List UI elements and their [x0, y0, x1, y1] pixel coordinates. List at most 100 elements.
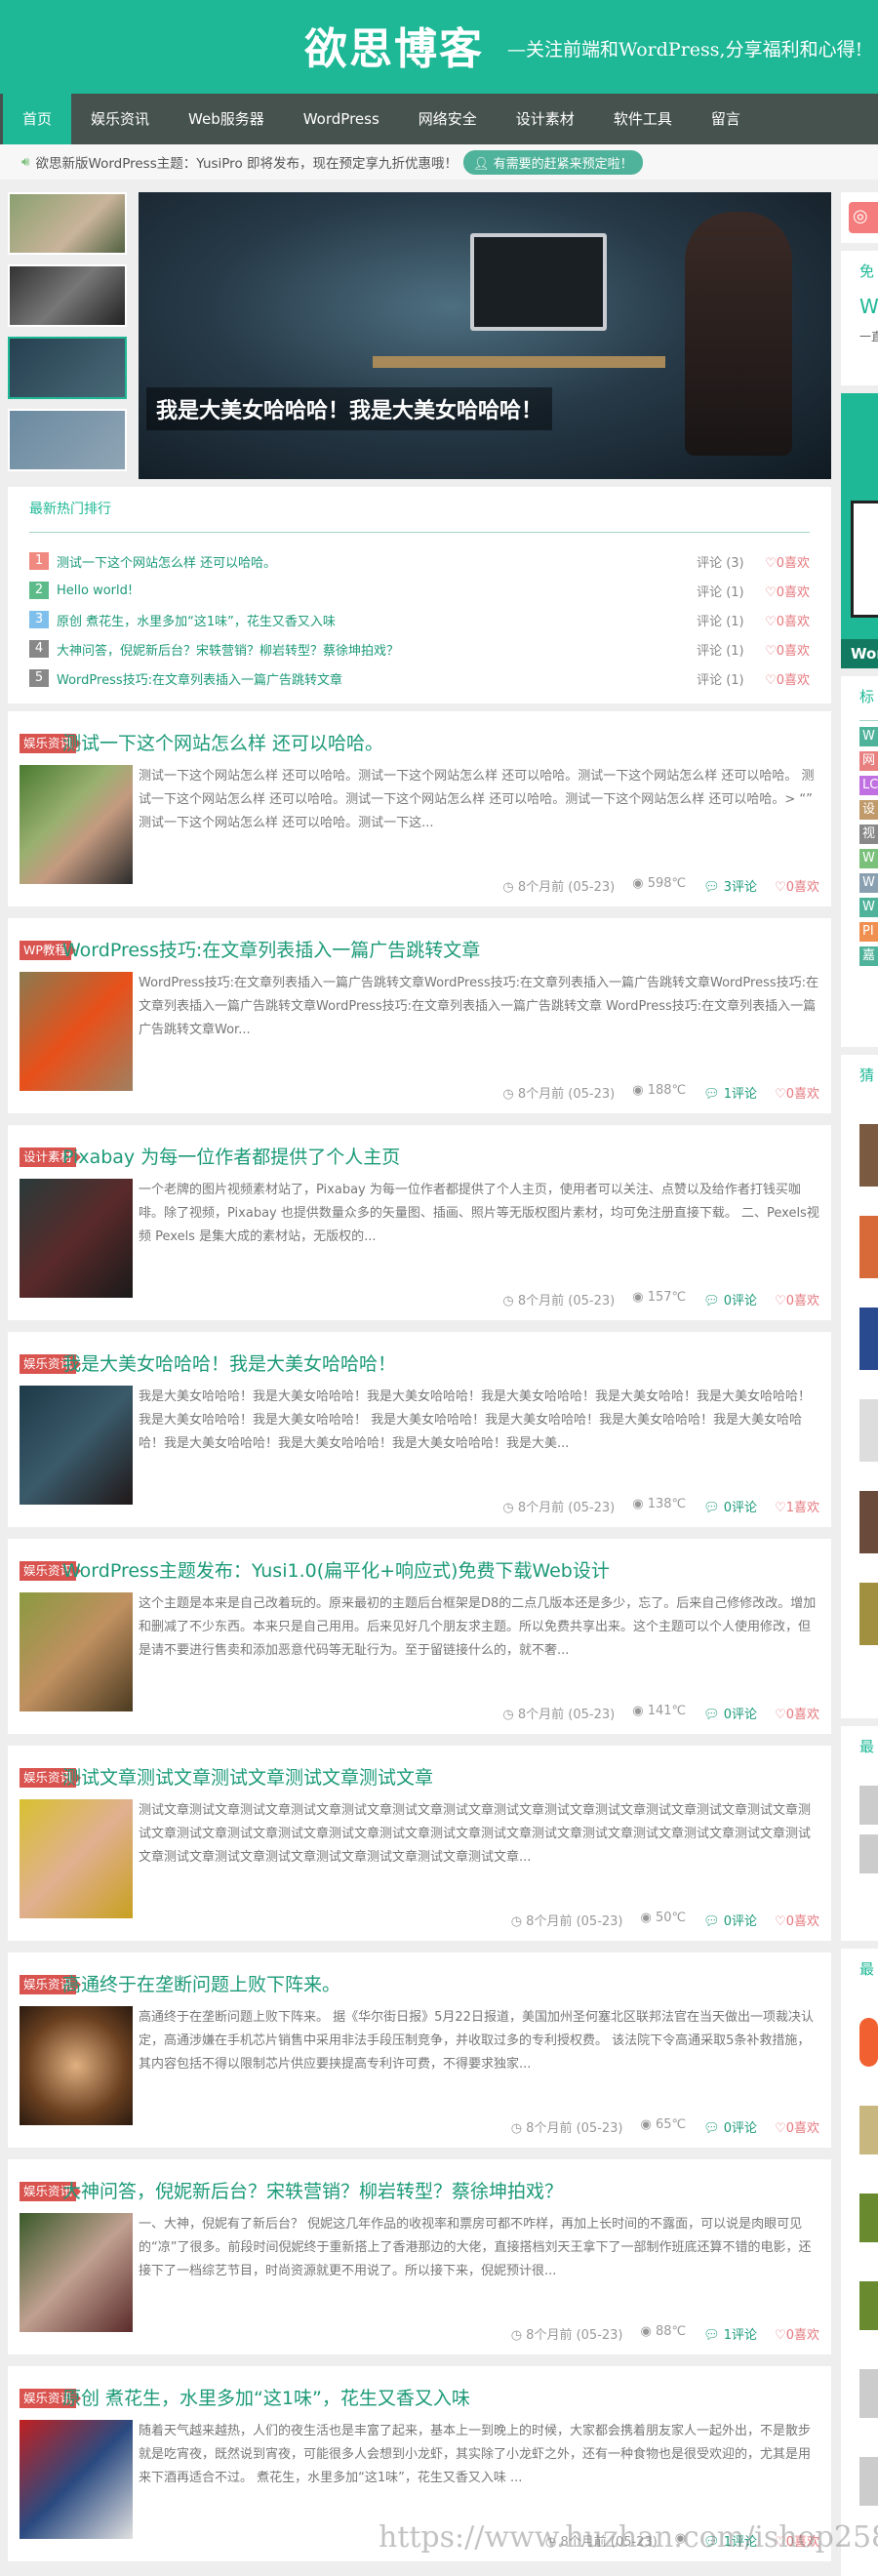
hot-item-title[interactable]: 测试一下这个网站怎么样 还可以哈哈。	[57, 552, 697, 571]
avatar[interactable]	[859, 2194, 878, 2242]
post-thumbnail[interactable]	[20, 2006, 133, 2125]
avatar[interactable]	[859, 2369, 878, 2418]
post-likes[interactable]: ♡0喜欢	[775, 1290, 819, 1308]
post-title[interactable]: Pixabay 为每一位作者都提供了个人主页	[62, 1143, 400, 1169]
post-title[interactable]: 我是大美女哈哈哈！我是大美女哈哈哈！	[62, 1349, 396, 1376]
post-card: 娱乐资讯 大神问答，倪妮新后台？宋轶营销？柳岩转型？蔡徐坤拍戏？ 一、大神，倪妮…	[8, 2159, 831, 2355]
nav-item[interactable]: 首页	[3, 94, 72, 144]
hot-item-likes[interactable]: ♡0喜欢	[765, 582, 810, 600]
post-comments-text: 1评论	[723, 1087, 758, 1102]
post-comments[interactable]: 💬︎ 1评论	[703, 1083, 757, 1102]
avatar[interactable]	[859, 2106, 878, 2154]
hot-item-comments[interactable]: 评论 (3)	[697, 552, 765, 571]
post-comments-text: 0评论	[723, 2121, 758, 2136]
site-logo[interactable]: 欲思博客	[304, 14, 484, 76]
hot-item-comments[interactable]: 评论 (1)	[697, 611, 765, 629]
post-title[interactable]: WordPress技巧:在文章列表插入一篇广告跳转文章	[62, 936, 480, 962]
post-meta: ◷ 8个月前 (05-23) ◉ 598℃ 💬︎ 3评论 ♡0喜欢	[502, 876, 819, 895]
banner-widget[interactable]: Wor	[841, 393, 878, 668]
hot-item-likes[interactable]: ♡0喜欢	[765, 611, 810, 629]
guess-thumb[interactable]	[859, 1308, 878, 1370]
tag-link[interactable]: 网	[859, 751, 878, 771]
tag-link[interactable]: W	[859, 849, 878, 868]
watermark: https://www.huzhan.com/ishop25883	[379, 2520, 878, 2555]
post-likes[interactable]: ♡0喜欢	[775, 1083, 819, 1102]
slider-thumb[interactable]	[8, 264, 127, 327]
slider-thumb[interactable]	[8, 192, 127, 255]
post-title[interactable]: 原创 煮花生，水里多加“这1味”，花生又香又入味	[62, 2384, 470, 2410]
tag-link[interactable]: W	[859, 873, 878, 893]
post-thumbnail[interactable]	[20, 1179, 133, 1298]
post-likes[interactable]: ♡0喜欢	[775, 1911, 819, 1929]
avatar[interactable]	[859, 2457, 878, 2506]
guess-thumb[interactable]	[859, 1124, 878, 1187]
free-widget-sub[interactable]: W	[841, 281, 878, 318]
tag-link[interactable]: 视	[859, 825, 878, 844]
post-comments[interactable]: 💬︎ 0评论	[703, 2117, 757, 2136]
tag-link[interactable]: 设	[859, 800, 878, 820]
slider-thumb-active[interactable]	[8, 337, 127, 399]
avatar[interactable]	[859, 2281, 878, 2330]
rank-number: 5	[29, 669, 49, 687]
hot-item-title[interactable]: WordPress技巧:在文章列表插入一篇广告跳转文章	[57, 669, 697, 688]
latest-thumb[interactable]	[859, 1786, 878, 1825]
hot-item-likes[interactable]: ♡0喜欢	[765, 669, 810, 688]
nav-item[interactable]: 设计素材	[497, 94, 594, 144]
post-thumbnail[interactable]	[20, 765, 133, 884]
post-thumbnail[interactable]	[20, 972, 133, 1091]
tag-link[interactable]: W	[859, 727, 878, 746]
nav-item[interactable]: 网络安全	[399, 94, 497, 144]
hot-item-likes[interactable]: ♡0喜欢	[765, 640, 810, 659]
preorder-button[interactable]: 👤︎ 有需要的赶紧来预定啦！	[463, 149, 643, 175]
post-thumbnail[interactable]	[20, 1386, 133, 1505]
nav-item[interactable]: 留言	[692, 94, 760, 144]
guess-thumb[interactable]	[859, 1491, 878, 1553]
guess-thumb[interactable]	[859, 1216, 878, 1278]
post-likes[interactable]: ♡0喜欢	[775, 2117, 819, 2136]
post-comments-text: 0评论	[723, 1708, 758, 1722]
hot-item-title[interactable]: Hello world!	[57, 584, 697, 598]
post-comments[interactable]: 💬︎ 3评论	[703, 876, 757, 895]
slider-main-image[interactable]: 我是大美女哈哈哈！我是大美女哈哈哈！	[139, 192, 831, 479]
post-thumbnail[interactable]	[20, 2420, 133, 2539]
post-comments[interactable]: 💬︎ 0评论	[703, 1290, 757, 1308]
latest-thumb[interactable]	[859, 1834, 878, 1873]
post-title[interactable]: 测试文章测试文章测试文章测试文章测试文章	[62, 1763, 433, 1790]
tag-link[interactable]: LC	[859, 776, 878, 795]
post-likes[interactable]: ♡1喜欢	[775, 1497, 819, 1515]
post-title[interactable]: 高通终于在垄断问题上败下阵来。	[62, 1970, 340, 1996]
hot-item-title[interactable]: 原创 煮花生，水里多加“这1味”，花生又香又入味	[57, 611, 697, 629]
post-likes[interactable]: ♡0喜欢	[775, 1704, 819, 1722]
post-comments[interactable]: 💬︎ 0评论	[703, 1911, 757, 1929]
nav-item[interactable]: WordPress	[284, 94, 399, 144]
guess-thumb[interactable]	[859, 1399, 878, 1462]
hot-item-likes[interactable]: ♡0喜欢	[765, 552, 810, 571]
hot-item-comments[interactable]: 评论 (1)	[697, 582, 765, 600]
post-thumbnail[interactable]	[20, 1592, 133, 1711]
notice-text[interactable]: 欲思新版WordPress主题：YusiPro 即将发布，现在预定享九折优惠哦！	[36, 152, 458, 172]
post-thumbnail[interactable]	[20, 2213, 133, 2332]
tag-link[interactable]: W	[859, 898, 878, 917]
hot-item-comments[interactable]: 评论 (1)	[697, 640, 765, 659]
post-thumbnail[interactable]	[20, 1799, 133, 1918]
post-comments[interactable]: 💬︎ 1评论	[703, 2324, 757, 2343]
post-likes[interactable]: ♡0喜欢	[775, 2324, 819, 2343]
post-title[interactable]: 测试一下这个网站怎么样 还可以哈哈。	[62, 729, 383, 755]
avatar[interactable]	[859, 2018, 878, 2067]
hot-item-comments[interactable]: 评论 (1)	[697, 669, 765, 688]
post-comments[interactable]: 💬︎ 0评论	[703, 1704, 757, 1722]
post-comments[interactable]: 💬︎ 0评论	[703, 1497, 757, 1515]
weibo-icon[interactable]: ◎	[849, 202, 878, 233]
tag-link[interactable]: 嘉	[859, 946, 878, 966]
guess-thumb[interactable]	[859, 1583, 878, 1645]
slider-thumb[interactable]	[8, 409, 127, 471]
hot-item-title[interactable]: 大神问答，倪妮新后台？宋轶营销？柳岩转型？蔡徐坤拍戏？	[57, 640, 697, 659]
nav-item[interactable]: 娱乐资讯	[71, 94, 169, 144]
nav-item[interactable]: Web服务器	[169, 94, 284, 144]
post-title[interactable]: WordPress主题发布：Yusi1.0(扁平化+响应式)免费下载Web设计	[62, 1556, 610, 1583]
post-title[interactable]: 大神问答，倪妮新后台？宋轶营销？柳岩转型？蔡徐坤拍戏？	[62, 2177, 563, 2203]
post-likes[interactable]: ♡0喜欢	[775, 876, 819, 895]
tag-link[interactable]: PI	[859, 922, 878, 942]
nav-item[interactable]: 软件工具	[594, 94, 692, 144]
slider-caption[interactable]: 我是大美女哈哈哈！我是大美女哈哈哈！	[146, 387, 553, 430]
